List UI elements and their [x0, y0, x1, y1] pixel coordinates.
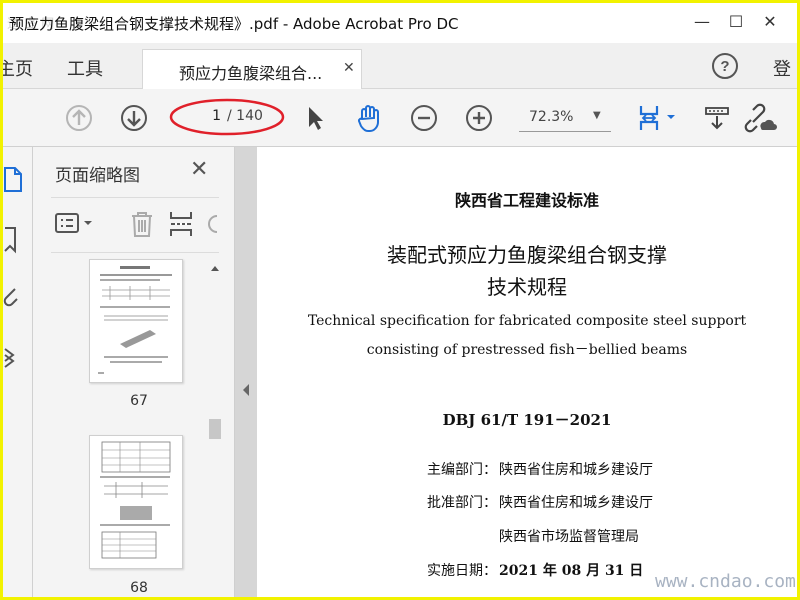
english-title-line1: Technical specification for fabricated c…: [307, 313, 747, 329]
document-tab-label: 预应力鱼腹梁组合...: [179, 64, 323, 83]
page-number-field[interactable]: 1 / 140: [169, 98, 285, 136]
maximize-button[interactable]: ☐: [721, 9, 751, 35]
zoom-out-icon[interactable]: [408, 102, 440, 134]
bookmarks-icon[interactable]: [3, 225, 29, 255]
next-page-icon[interactable]: [118, 102, 150, 134]
home-tab[interactable]: 主页: [3, 55, 33, 81]
help-icon[interactable]: ?: [711, 52, 739, 80]
panel-title: 页面缩略图: [55, 166, 140, 186]
hand-icon[interactable]: [353, 102, 385, 134]
thumbnail-page-number: 67: [130, 393, 148, 409]
document-tab[interactable]: 预应力鱼腹梁组合... ✕: [142, 49, 362, 89]
total-pages-label: / 140: [227, 108, 263, 124]
document-tab-close-button[interactable]: ✕: [343, 60, 355, 76]
scroll-mode-icon[interactable]: [701, 102, 733, 134]
effective-date-value: 2021 年 08 月 31 日: [499, 563, 644, 579]
title-bar: 道 岛 网 预应力鱼腹梁组合钢支撑技术规程》.pdf - Adobe Acrob…: [3, 3, 797, 43]
zoom-level-value: 72.3%: [529, 109, 574, 125]
pdf-page: 陕西省工程建设标准 装配式预应力鱼腹梁组合钢支撑 技术规程 Technical …: [257, 147, 797, 597]
site-watermark: www.cndao.com: [655, 571, 796, 592]
document-view[interactable]: 陕西省工程建设标准 装配式预应力鱼腹梁组合钢支撑 技术规程 Technical …: [235, 147, 797, 597]
document-title-line1: 装配式预应力鱼腹梁组合钢支撑: [387, 243, 667, 267]
minimize-button[interactable]: —: [687, 9, 717, 35]
zoom-dropdown-caret[interactable]: ▼: [593, 110, 601, 121]
page-thumbnails-icon[interactable]: [3, 165, 29, 195]
options-menu-icon[interactable]: [53, 208, 99, 240]
left-navigation-rail: [3, 147, 33, 597]
share-link-icon[interactable]: [743, 102, 777, 134]
svg-text:?: ?: [720, 58, 729, 75]
thumbnails-scrollbar[interactable]: [207, 259, 223, 597]
approver-value: 陕西省住房和城乡建设厅: [499, 495, 653, 511]
delete-page-icon[interactable]: [127, 208, 157, 240]
english-title-line2: consisting of prestressed fish－bellied b…: [366, 342, 688, 358]
fit-page-icon[interactable]: [635, 102, 681, 134]
close-window-button[interactable]: ✕: [755, 9, 785, 35]
panel-close-button[interactable]: ✕: [190, 157, 208, 182]
window-title: 预应力鱼腹梁组合钢支撑技术规程》.pdf - Adobe Acrobat Pro…: [9, 15, 459, 33]
effective-date-label: 实施日期：: [427, 563, 497, 579]
toolbar: 1 / 140 72.3% ▼: [3, 89, 797, 147]
tools-tab[interactable]: 工具: [67, 55, 103, 81]
standard-code: DBJ 61/T 191－2021: [442, 411, 612, 429]
thumbnail-page-number: 68: [130, 580, 148, 596]
approver-label: 批准部门：: [427, 495, 497, 511]
current-page-input[interactable]: 1: [207, 108, 221, 124]
editor-label: 主编部门：: [427, 462, 497, 478]
prev-page-icon[interactable]: [63, 102, 95, 134]
document-title-line2: 技术规程: [487, 275, 567, 299]
editor-value: 陕西省住房和城乡建设厅: [499, 462, 653, 478]
org-standard-title: 陕西省工程建设标准: [454, 191, 599, 210]
thumbnail-page-67[interactable]: [89, 259, 183, 383]
thumbnail-toolbar: [51, 197, 219, 253]
tab-bar: 主页 工具 预应力鱼腹梁组合... ✕ ? 登: [3, 43, 797, 89]
collapse-panel-arrow[interactable]: [241, 383, 251, 400]
page-thumbnails-panel: 页面缩略图 ✕ 67 68: [33, 147, 235, 597]
insert-page-icon[interactable]: [167, 208, 197, 240]
approver-value-2: 陕西省市场监督管理局: [499, 529, 639, 545]
attachments-icon[interactable]: [3, 283, 29, 313]
thumbnail-page-68[interactable]: [89, 435, 183, 569]
sign-in-link[interactable]: 登: [773, 55, 791, 81]
rotate-page-icon[interactable]: [203, 208, 219, 240]
zoom-level-select[interactable]: 72.3% ▼: [519, 104, 611, 132]
select-arrow-icon[interactable]: [299, 102, 331, 134]
acrobat-window: 道 岛 网 预应力鱼腹梁组合钢支撑技术规程》.pdf - Adobe Acrob…: [3, 3, 797, 597]
zoom-in-icon[interactable]: [463, 102, 495, 134]
layers-icon[interactable]: [3, 341, 29, 371]
